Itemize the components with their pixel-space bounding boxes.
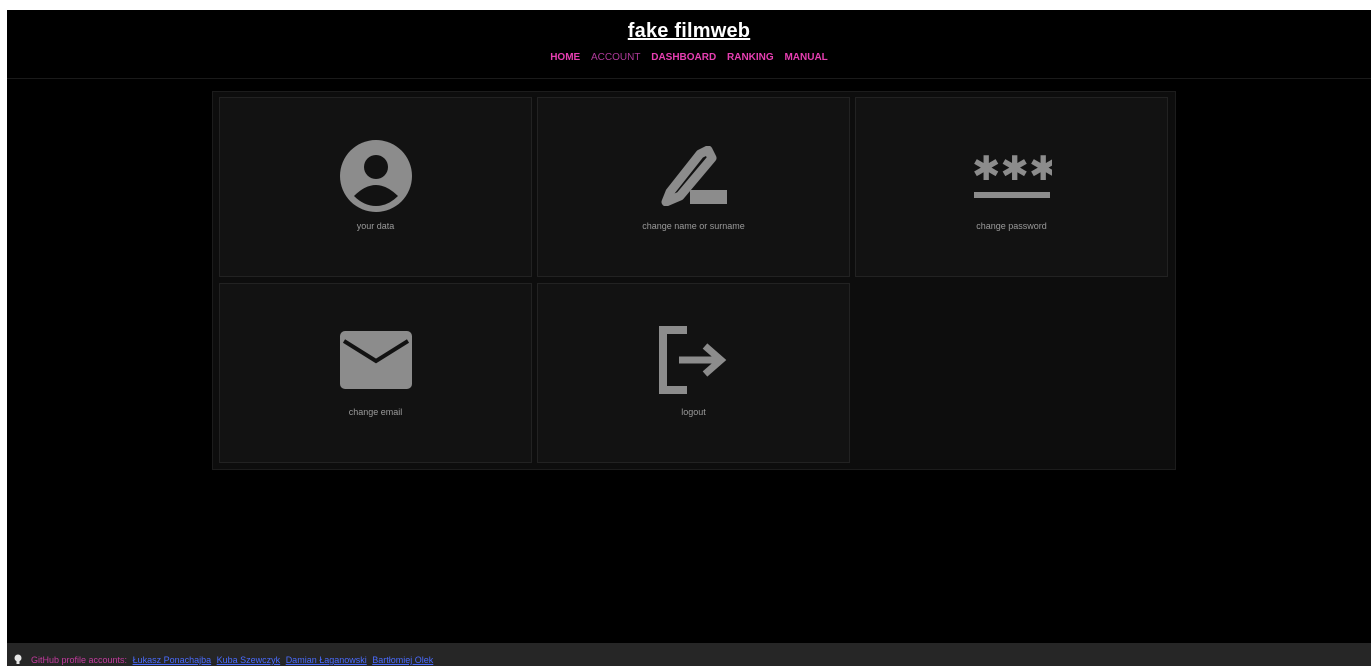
tile-label: change name or surname [642,221,745,231]
nav-dashboard[interactable]: DASHBOARD [651,52,716,63]
tile-label: logout [681,407,706,417]
tile-logout[interactable]: logout [537,283,850,463]
nav-account[interactable]: ACCOUNT [591,52,640,63]
tile-label: change password [976,221,1047,231]
nav-manual[interactable]: MANUAL [784,52,827,63]
lightbulb-icon [14,654,22,664]
envelope-icon [339,331,412,389]
site-header: fake filmweb HOME ACCOUNT DASHBOARD RANK… [7,10,1371,79]
nav-home[interactable]: HOME [550,52,580,63]
nav-ranking[interactable]: RANKING [727,52,774,63]
footer-prefix: GitHub profile accounts: [31,655,128,665]
account-options-grid: your data change name or surname ✱✱✱ cha… [212,91,1176,470]
footer-link-olek[interactable]: Bartłomiej Olek [372,655,433,665]
window-edge-left [0,0,7,666]
password-asterisks-icon: ✱✱✱ [972,154,1052,198]
tile-your-data[interactable]: your data [219,97,532,277]
footer-link-laganowski[interactable]: Damian Łaganowski [286,655,367,665]
tile-change-email[interactable]: change email [219,283,532,463]
logout-icon [658,326,726,394]
pencil-icon [661,146,727,206]
footer-link-ponachajba[interactable]: Łukasz Ponachajba [133,655,212,665]
footer-link-szewczyk[interactable]: Kuba Szewczyk [217,655,281,665]
tile-change-password[interactable]: ✱✱✱ change password [855,97,1168,277]
site-footer: GitHub profile accounts: Łukasz Ponachaj… [7,643,1371,666]
user-circle-icon [339,140,412,212]
tile-label: change email [348,407,403,417]
svg-text:✱✱✱: ✱✱✱ [972,154,1052,189]
window-edge-top [0,0,1371,10]
tile-label: your data [356,221,395,231]
page: fake filmweb HOME ACCOUNT DASHBOARD RANK… [7,10,1371,666]
tile-change-name[interactable]: change name or surname [537,97,850,277]
site-title[interactable]: fake filmweb [7,20,1371,43]
main-nav: HOME ACCOUNT DASHBOARD RANKING MANUAL [7,52,1371,63]
